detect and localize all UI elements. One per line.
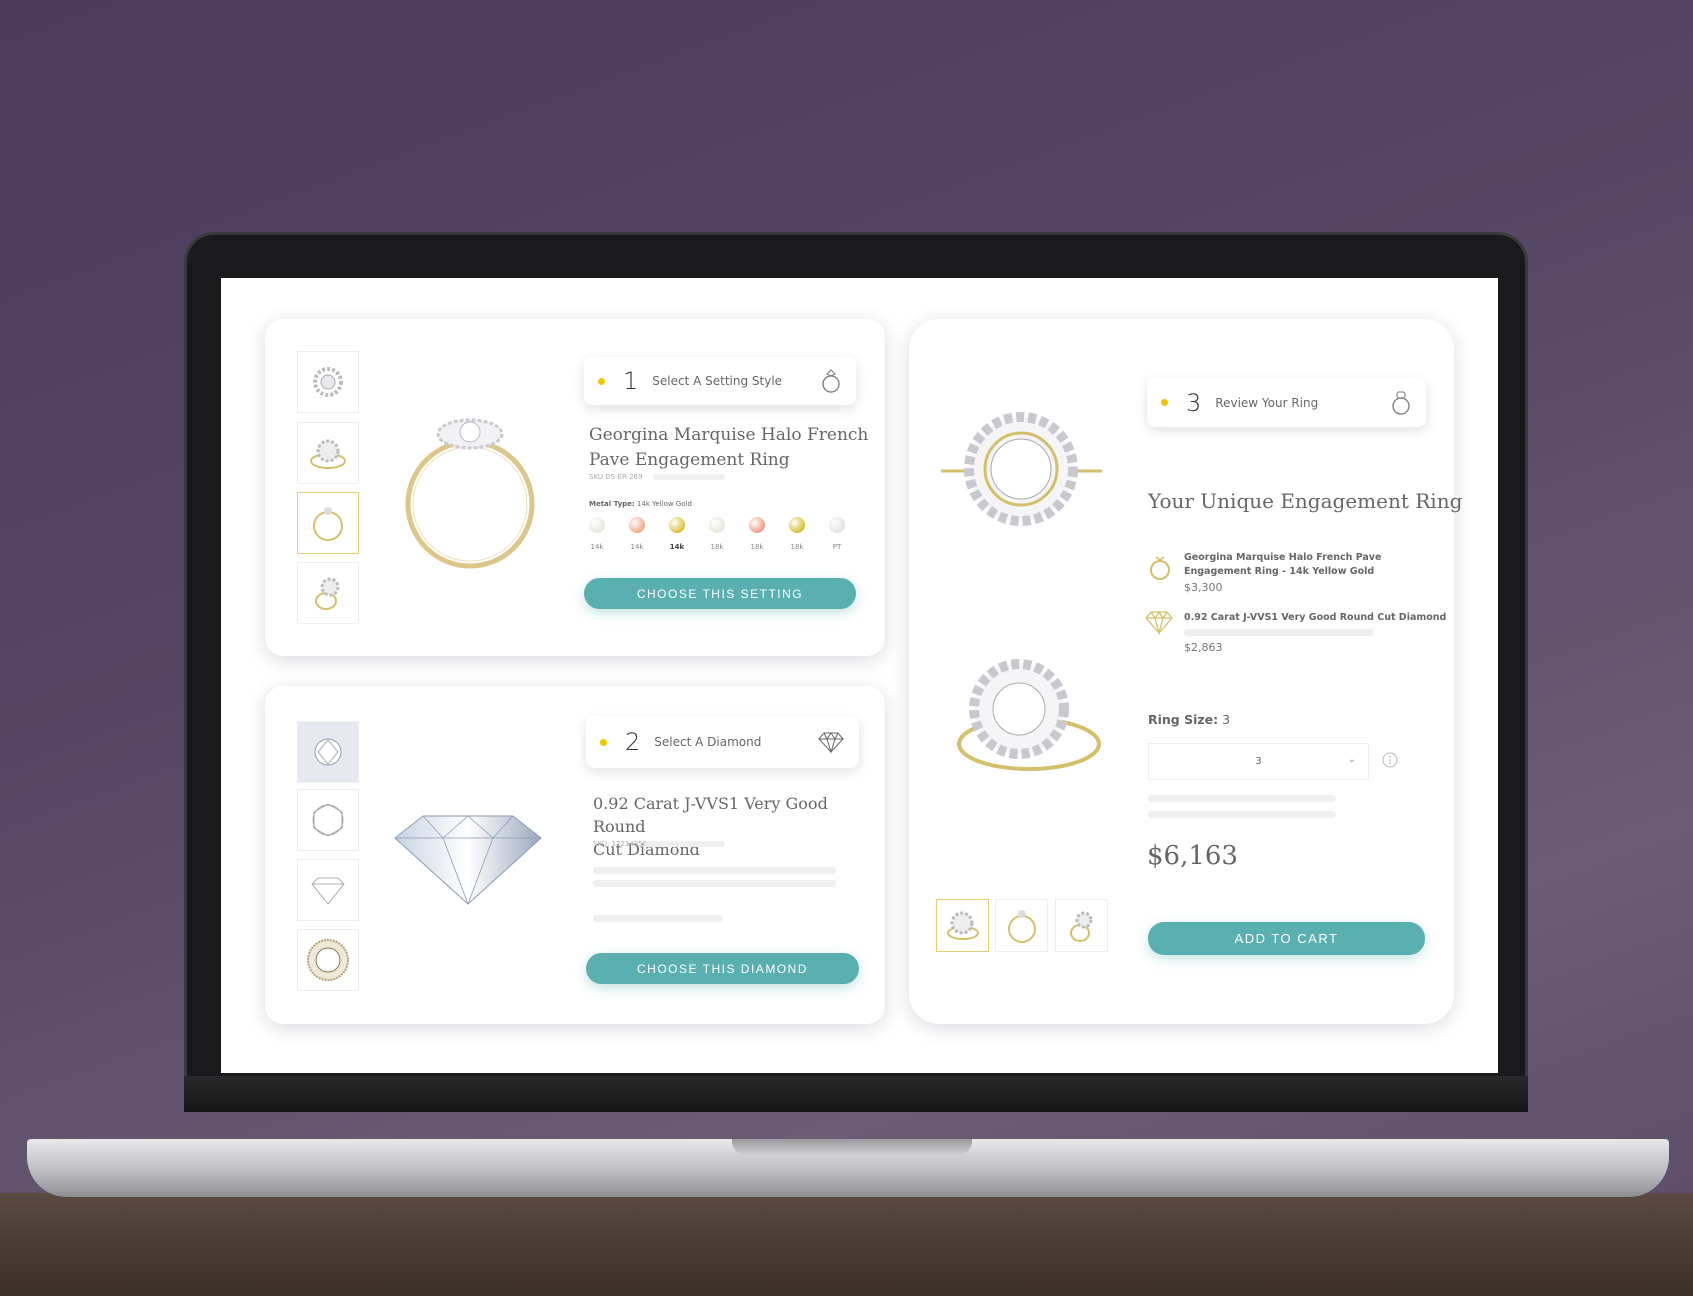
- step-indicator-dot: [1161, 399, 1168, 406]
- ring-icon: [1150, 556, 1170, 580]
- thumbnail-diamond-photo[interactable]: [297, 721, 359, 783]
- review-card: 3 Review Your Ring Your Unique Engagemen…: [909, 319, 1462, 1024]
- ring-size-select[interactable]: 3 ⌄: [1148, 743, 1369, 780]
- table: [0, 1193, 1693, 1296]
- chevron-down-icon: ⌄: [1347, 754, 1356, 765]
- ring-size-select-value: 3: [1255, 756, 1262, 767]
- setting-sku: SKU DS-ER-269: [589, 473, 643, 481]
- laptop-notch: [732, 1139, 972, 1155]
- metal-swatch-label: PT: [832, 543, 842, 551]
- choose-diamond-button[interactable]: CHOOSE THIS DIAMOND: [586, 953, 859, 984]
- placeholder-bar: [1148, 811, 1336, 818]
- step-label: Review Your Ring: [1215, 395, 1319, 410]
- screen: 1 Select A Setting Style Georgina Marqui…: [221, 278, 1498, 1073]
- metal-swatch[interactable]: [749, 517, 765, 533]
- placeholder-bar: [1184, 629, 1374, 636]
- metal-swatch[interactable]: [829, 517, 845, 533]
- thumbnail-diamond-top-diagram[interactable]: [297, 789, 359, 851]
- placeholder-bar: [593, 915, 723, 922]
- add-to-cart-button[interactable]: ADD TO CART: [1148, 922, 1425, 955]
- total-price: $6,163: [1147, 841, 1238, 871]
- metal-swatch-label: 14k: [590, 543, 604, 551]
- placeholder-bar: [1148, 795, 1336, 802]
- setting-card: 1 Select A Setting Style Georgina Marqui…: [265, 319, 885, 656]
- step-number: 2: [625, 728, 641, 756]
- metal-swatch[interactable]: [589, 517, 605, 533]
- metal-swatch[interactable]: [709, 517, 725, 533]
- ring-icon: [1392, 391, 1410, 415]
- summary-diamond-name: 0.92 Carat J-VVS1 Very Good Round Cut Di…: [1184, 612, 1447, 623]
- metal-swatch-label: 18k: [750, 543, 764, 551]
- ring-angle-image: [957, 659, 1101, 771]
- thumbnail-diamond-side-diagram[interactable]: [297, 859, 359, 921]
- diamond-main-image: [394, 815, 542, 906]
- metal-type: Metal Type: 14k Yellow Gold: [589, 500, 692, 508]
- info-icon[interactable]: [1382, 752, 1398, 768]
- step-label: Select A Setting Style: [652, 374, 783, 388]
- metal-swatch-label: 18k: [790, 543, 804, 551]
- step-1-header[interactable]: 1 Select A Setting Style: [584, 357, 856, 405]
- setting-title: Georgina Marquise Halo French Pave Engage…: [589, 425, 869, 470]
- diamond-card: 2 Select A Diamond 0.92 Carat J-VVS1 Ver…: [265, 686, 885, 1024]
- ring-main-image: [405, 418, 535, 569]
- laptop-chin: [184, 1076, 1528, 1112]
- placeholder-bar: [593, 880, 836, 887]
- step-indicator-dot: [600, 738, 607, 746]
- step-number: 3: [1186, 388, 1202, 417]
- diamond-icon: [818, 732, 844, 754]
- thumbnail-hand-view[interactable]: [297, 562, 359, 624]
- thumbnail-ring-angle[interactable]: [936, 899, 989, 952]
- step-3-header[interactable]: 3 Review Your Ring: [1147, 378, 1426, 427]
- placeholder-bar: [653, 474, 725, 480]
- thumbnail-side-view[interactable]: [297, 492, 359, 554]
- metal-swatch-label: 18k: [710, 543, 724, 551]
- summary-setting-price: $3,300: [1184, 581, 1223, 594]
- step-2-header[interactable]: 2 Select A Diamond: [586, 716, 859, 768]
- summary-diamond-price: $2,863: [1184, 641, 1223, 654]
- ring-icon: [822, 369, 840, 393]
- metal-swatch[interactable]: [789, 517, 805, 533]
- thumbnail-top-view[interactable]: [297, 351, 359, 413]
- review-title: Your Unique Engagement Ring: [1148, 489, 1463, 513]
- choose-setting-button[interactable]: CHOOSE THIS SETTING: [584, 578, 856, 609]
- step-label: Select A Diamond: [654, 735, 762, 749]
- diamond-title: 0.92 Carat J-VVS1 Very Good Round Cut Dia…: [593, 794, 828, 859]
- metal-swatch-label: 14k: [630, 543, 644, 551]
- placeholder-bar: [593, 867, 836, 874]
- ring-size-label: Ring Size: 3: [1148, 712, 1231, 727]
- thumbnail-certificate-seal[interactable]: [297, 929, 359, 991]
- ring-top-image: [941, 412, 1102, 526]
- diamond-icon: [1145, 610, 1173, 635]
- thumbnail-ring-hand[interactable]: [1055, 899, 1108, 952]
- summary-setting-name: Georgina Marquise Halo French Pave Engag…: [1184, 552, 1382, 577]
- thumbnail-ring-side[interactable]: [995, 899, 1048, 952]
- placeholder-bar: [645, 841, 725, 847]
- step-indicator-dot: [598, 377, 605, 385]
- metal-swatch[interactable]: [669, 517, 685, 533]
- metal-swatch-label: 14k: [669, 543, 685, 551]
- metal-swatch[interactable]: [629, 517, 645, 533]
- thumbnail-angle-view[interactable]: [297, 422, 359, 484]
- step-number: 1: [623, 367, 639, 395]
